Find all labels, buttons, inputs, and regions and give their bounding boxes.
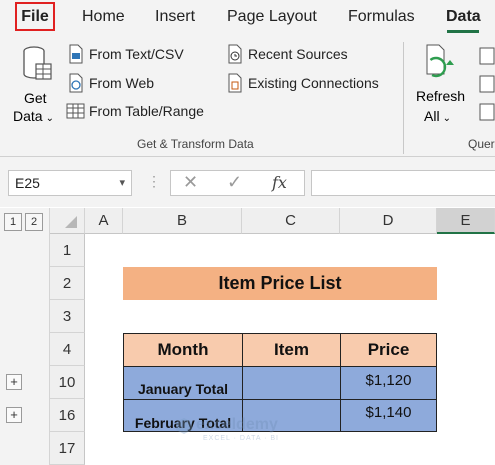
insert-function-icon[interactable]: fx — [272, 173, 287, 192]
database-icon — [23, 46, 52, 80]
get-data-button[interactable]: Get Data ⌄ — [10, 42, 60, 128]
group-label-queries: Quer — [468, 137, 495, 151]
from-text-csv-button[interactable]: From Text/CSV — [67, 44, 184, 64]
exceldemy-logo-icon — [176, 418, 192, 434]
from-web-button[interactable]: From Web — [67, 73, 154, 93]
get-data-label-1: Get — [24, 90, 47, 106]
table-row-price-cell[interactable]: $1,140 — [340, 399, 437, 432]
tab-file[interactable]: File — [15, 2, 55, 31]
select-all-triangle-icon — [64, 216, 77, 228]
sheet-title: Item Price List — [123, 267, 437, 300]
row-header[interactable]: 4 — [50, 333, 85, 366]
select-all-corner[interactable] — [50, 208, 85, 234]
row-header[interactable]: 3 — [50, 300, 85, 333]
watermark-brand: exceldemy — [196, 416, 278, 433]
chevron-down-icon: ⌄ — [442, 113, 451, 124]
worksheet-grid: 1 2 + + A B C D E 1 2 3 4 10 16 17 Item … — [0, 208, 495, 465]
cancel-icon[interactable]: ✕ — [183, 172, 198, 193]
active-tab-indicator — [447, 30, 479, 33]
row-header[interactable]: 16 — [50, 399, 85, 432]
tab-home[interactable]: Home — [82, 8, 125, 26]
table-row-item-cell[interactable] — [242, 366, 341, 400]
get-data-label-row: Data ⌄ — [13, 108, 54, 124]
recent-sources-label: Recent Sources — [248, 46, 348, 62]
tab-insert[interactable]: Insert — [155, 8, 195, 26]
table-row-price-cell[interactable]: $1,120 — [340, 366, 437, 400]
column-header-e[interactable]: E — [437, 208, 495, 234]
row-header[interactable]: 1 — [50, 234, 85, 267]
from-table-range-button[interactable]: From Table/Range — [66, 102, 204, 120]
table-header-month: Month — [123, 333, 243, 367]
tab-page-layout[interactable]: Page Layout — [227, 8, 317, 26]
outline-pane: 1 2 + + — [0, 208, 50, 465]
from-table-range-label: From Table/Range — [89, 103, 204, 119]
formula-controls: ✕ ✓ fx — [170, 170, 305, 196]
from-web-label: From Web — [89, 75, 155, 91]
expand-group-button[interactable]: + — [6, 374, 22, 390]
enter-icon[interactable]: ✓ — [227, 172, 242, 193]
chevron-down-icon: ⌄ — [45, 113, 54, 124]
table-row-month-cell[interactable]: January Total — [123, 366, 243, 400]
existing-connections-button[interactable]: Existing Connections — [226, 73, 379, 93]
web-file-icon — [69, 73, 83, 93]
more-options-icon[interactable]: ⋮ — [147, 173, 161, 190]
table-header-price: Price — [340, 333, 437, 367]
row-header[interactable]: 2 — [50, 267, 85, 300]
chevron-down-icon[interactable]: ▾ — [119, 171, 125, 195]
watermark-tagline: EXCEL · DATA · BI — [203, 435, 279, 442]
ribbon: Get Data ⌄ From Text/CSV From Web From Ta… — [0, 34, 495, 157]
connection-file-icon — [228, 73, 242, 93]
table-header-item: Item — [242, 333, 341, 367]
column-header-b[interactable]: B — [123, 208, 242, 234]
expand-group-button[interactable]: + — [6, 407, 22, 423]
text-file-icon — [69, 44, 83, 64]
refresh-all-button[interactable]: Refresh All ⌄ — [412, 42, 468, 128]
tab-formulas[interactable]: Formulas — [348, 8, 415, 26]
group-divider — [403, 42, 404, 154]
ribbon-tab-bar: File Home Insert Page Layout Formulas Da… — [0, 0, 495, 34]
queries-side-icons — [479, 47, 495, 121]
refresh-label-row: All ⌄ — [424, 108, 451, 124]
name-box[interactable]: E25 ▾ — [8, 170, 132, 196]
row-header[interactable]: 17 — [50, 432, 85, 465]
recent-sources-button[interactable]: Recent Sources — [226, 44, 348, 64]
table-icon — [66, 103, 85, 119]
get-data-label-2: Data — [13, 108, 43, 124]
formula-input[interactable] — [311, 170, 495, 196]
group-label-get-transform: Get & Transform Data — [137, 137, 254, 151]
tab-data[interactable]: Data — [446, 8, 481, 26]
row-header[interactable]: 10 — [50, 366, 85, 399]
clock-file-icon — [228, 44, 242, 64]
outline-level-2-button[interactable]: 2 — [25, 213, 43, 231]
name-box-value: E25 — [15, 175, 40, 191]
from-text-csv-label: From Text/CSV — [89, 46, 184, 62]
refresh-icon — [425, 44, 454, 78]
column-header-a[interactable]: A — [85, 208, 123, 234]
refresh-label-2: All — [424, 108, 440, 124]
formula-bar: E25 ▾ ⋮ ✕ ✓ fx — [0, 157, 495, 207]
outline-level-1-button[interactable]: 1 — [4, 213, 22, 231]
existing-connections-label: Existing Connections — [248, 75, 379, 91]
column-header-c[interactable]: C — [242, 208, 340, 234]
refresh-label-1: Refresh — [416, 88, 466, 104]
column-header-d[interactable]: D — [340, 208, 437, 234]
